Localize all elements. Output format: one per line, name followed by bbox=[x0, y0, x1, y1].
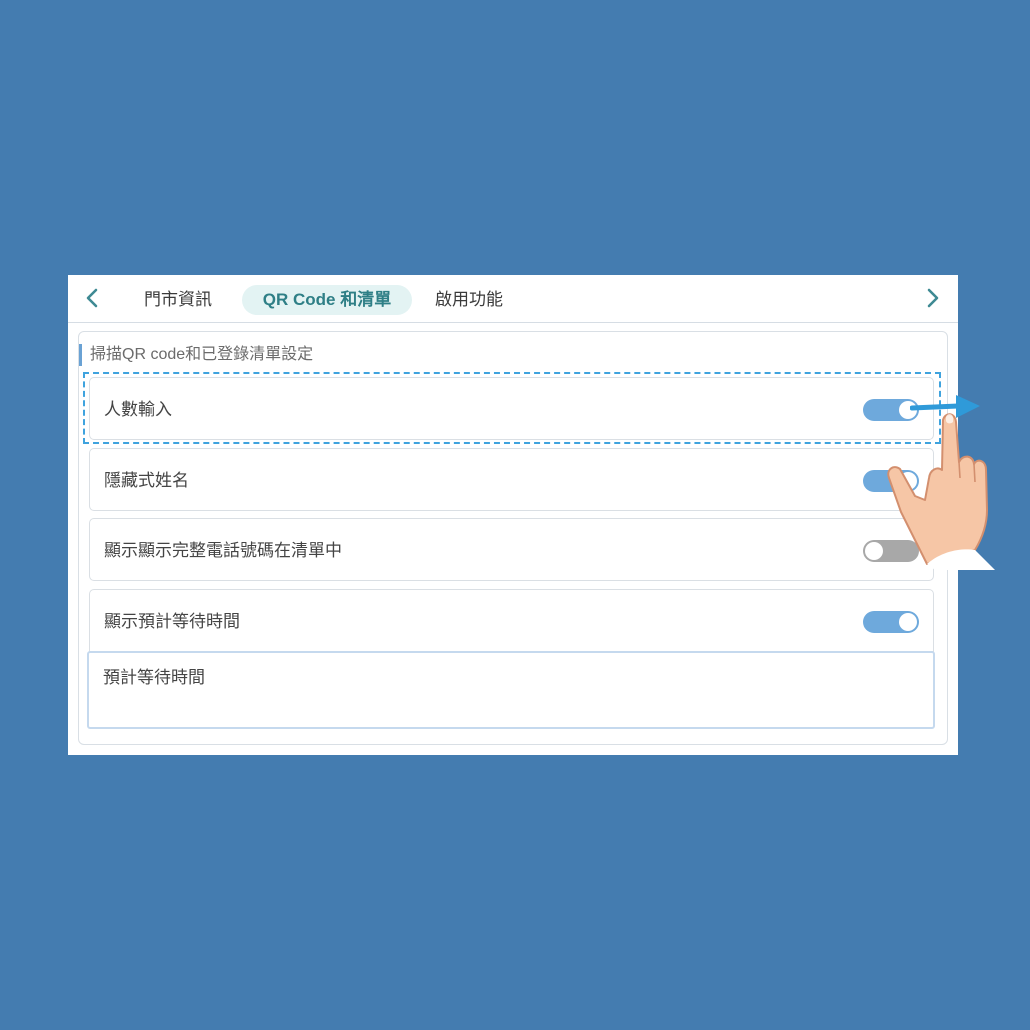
wait-time-input[interactable]: 預計等待時間 bbox=[87, 651, 935, 729]
setting-row-hide-name: 隱藏式姓名 bbox=[89, 448, 934, 511]
chevron-right-icon[interactable] bbox=[920, 286, 944, 310]
setting-label: 隱藏式姓名 bbox=[104, 471, 189, 490]
tutorial-highlight-box bbox=[83, 372, 941, 444]
wait-time-toggle[interactable] bbox=[863, 611, 919, 633]
chevron-left-icon[interactable] bbox=[81, 286, 105, 310]
setting-label: 顯示顯示完整電話號碼在清單中 bbox=[104, 541, 342, 560]
pointing-hand-icon bbox=[887, 413, 995, 570]
setting-label: 顯示預計等待時間 bbox=[104, 612, 240, 631]
tab-store-info[interactable]: 門市資訊 bbox=[144, 285, 212, 315]
setting-row-wait-time: 顯示預計等待時間 bbox=[89, 589, 934, 652]
settings-panel: 門市資訊 QR Code 和清單 啟用功能 掃描QR code和已登錄清單設定 … bbox=[68, 275, 958, 755]
tutorial-screen: 門市資訊 QR Code 和清單 啟用功能 掃描QR code和已登錄清單設定 … bbox=[0, 0, 1030, 1030]
tab-qr-code-and-list[interactable]: QR Code 和清單 bbox=[242, 285, 412, 315]
tab-bar: 門市資訊 QR Code 和清單 啟用功能 bbox=[68, 275, 958, 323]
toggle-knob bbox=[865, 542, 883, 560]
section-title: 掃描QR code和已登錄清單設定 bbox=[79, 344, 313, 366]
setting-row-full-phone: 顯示顯示完整電話號碼在清單中 bbox=[89, 518, 934, 581]
toggle-knob bbox=[899, 613, 917, 631]
tab-enable-features[interactable]: 啟用功能 bbox=[435, 285, 503, 315]
